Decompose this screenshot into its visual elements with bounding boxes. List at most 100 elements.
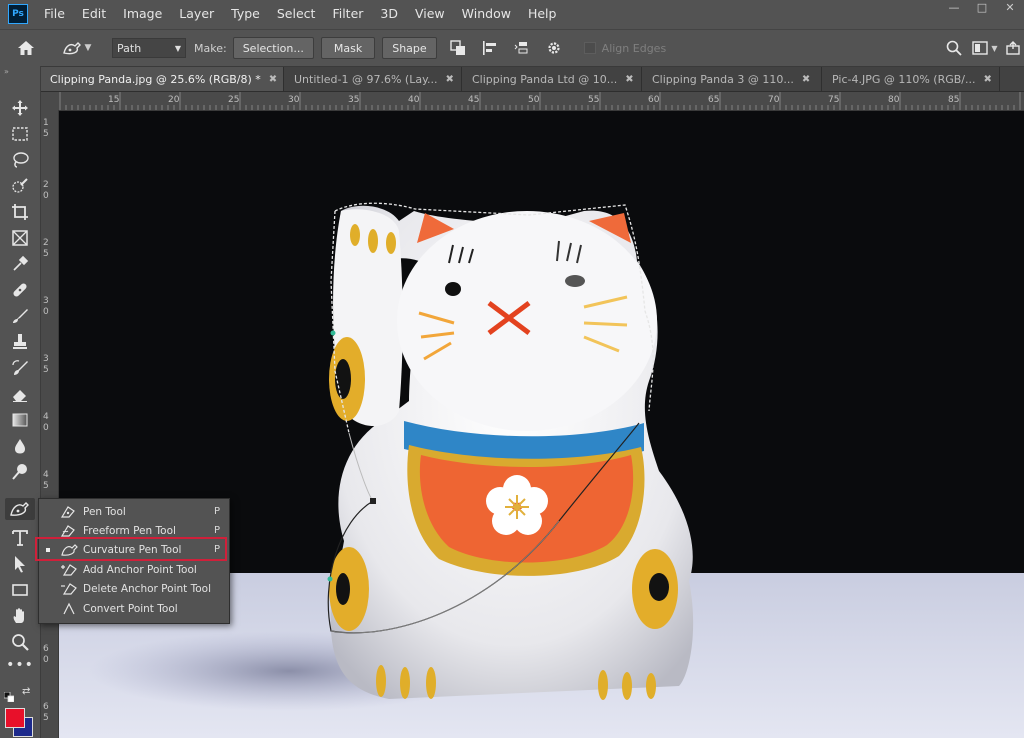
tool-preset-picker[interactable]: ▼ (58, 36, 94, 60)
ruler-corner (40, 92, 58, 110)
document-canvas[interactable] (59, 111, 1024, 738)
water-drop-icon (15, 439, 25, 454)
ruler-label: 25 (228, 95, 240, 105)
clone-stamp-tool[interactable] (8, 330, 32, 354)
menu-layer[interactable]: Layer (179, 6, 214, 21)
menu-file[interactable]: File (44, 6, 65, 21)
tab-clipping-panda-jpg[interactable]: Clipping Panda.jpg @ 25.6% (RGB/8) * ✖ (40, 67, 284, 91)
ruler-label: 45 (468, 95, 480, 105)
tab-clipping-panda-3[interactable]: Clipping Panda 3 @ 110... ✖ (642, 67, 822, 91)
frame-icon (12, 230, 28, 246)
horizontal-ruler[interactable]: 15 20 25 30 35 40 45 50 55 60 65 70 75 8… (58, 92, 1024, 111)
ruler-label: 15 (108, 95, 120, 105)
path-operations-icon[interactable] (444, 36, 472, 60)
path-selection-tool[interactable] (8, 552, 32, 576)
pen-tools-flyout: Pen Tool P Freeform Pen Tool P Curvature… (38, 498, 230, 624)
flyout-convert-point-tool[interactable]: Convert Point Tool (39, 599, 229, 618)
tab-clipping-panda-ltd[interactable]: Clipping Panda Ltd @ 10... ✖ (462, 67, 642, 91)
vertical-ruler[interactable]: 1 5 2 0 2 5 3 0 3 5 4 0 4 5 5 0 5 5 6 0 … (40, 110, 59, 738)
blur-tool[interactable] (8, 434, 32, 458)
close-icon[interactable]: ✖ (802, 74, 810, 85)
brush-icon (13, 309, 28, 323)
default-colors-icon[interactable] (3, 687, 15, 703)
home-icon[interactable] (12, 36, 40, 60)
align-edges-checkbox[interactable] (583, 42, 596, 54)
swap-colors-icon[interactable]: ⇄ (22, 686, 30, 697)
anchor-point[interactable] (370, 498, 376, 504)
flyout-item-label: Curvature Pen Tool (83, 543, 182, 556)
foreground-color-swatch[interactable] (5, 708, 25, 728)
share-icon[interactable] (1004, 36, 1022, 60)
ruler-label: 1 (43, 118, 49, 128)
zoom-tool[interactable] (8, 630, 32, 654)
anchor-point[interactable] (327, 576, 333, 582)
move-tool[interactable] (8, 96, 32, 120)
workspace-switcher[interactable]: ▼ (968, 36, 1002, 60)
gear-icon[interactable] (540, 36, 568, 60)
ruler-label: 5 (43, 249, 49, 259)
collapse-icon[interactable]: » (4, 67, 9, 76)
lasso-tool[interactable] (8, 148, 32, 172)
pen-icon (59, 504, 79, 520)
eyedropper-tool[interactable] (8, 252, 32, 276)
path-mode-select[interactable]: Path ▼ (112, 38, 186, 58)
hand-tool[interactable] (8, 604, 32, 628)
add-anchor-icon (59, 562, 79, 578)
menu-window[interactable]: Window (462, 6, 511, 21)
search-icon[interactable] (940, 36, 968, 60)
frame-tool[interactable] (8, 226, 32, 250)
lucky-cat-photo (59, 111, 1024, 738)
flyout-freeform-pen-tool[interactable]: Freeform Pen Tool P (39, 521, 229, 540)
menu-3d[interactable]: 3D (380, 6, 398, 21)
flyout-add-anchor-point-tool[interactable]: Add Anchor Point Tool (39, 560, 229, 579)
tab-untitled-1[interactable]: Untitled-1 @ 97.6% (Lay... ✖ (284, 67, 462, 91)
more-tools[interactable]: ••• (6, 657, 33, 673)
zoom-icon (12, 634, 29, 651)
close-icon[interactable]: ✖ (984, 74, 992, 85)
history-brush-tool[interactable] (8, 356, 32, 380)
eyedropper-icon (13, 255, 29, 271)
ruler-label: 5 (43, 129, 49, 139)
eraser-tool[interactable] (8, 382, 32, 406)
flyout-curvature-pen-tool[interactable]: Curvature Pen Tool P (39, 540, 229, 559)
menu-view[interactable]: View (415, 6, 445, 21)
menu-image[interactable]: Image (123, 6, 162, 21)
anchor-point[interactable] (330, 330, 336, 336)
chevron-down-icon: ▼ (991, 43, 998, 53)
close-icon[interactable]: ✖ (625, 74, 633, 85)
rectangular-marquee-tool[interactable] (8, 122, 32, 146)
gradient-tool[interactable] (8, 408, 32, 432)
tab-pic-4[interactable]: Pic-4.JPG @ 110% (RGB/... ✖ (822, 67, 1000, 91)
pen-tool-group-active[interactable] (5, 498, 35, 520)
menu-bar: Ps File Edit Image Layer Type Select Fil… (0, 0, 1024, 27)
close-icon[interactable]: ✖ (446, 74, 454, 85)
brush-tool[interactable] (8, 304, 32, 328)
crop-tool[interactable] (8, 200, 32, 224)
menu-edit[interactable]: Edit (82, 6, 106, 21)
close-window-button[interactable]: ✕ (992, 0, 1024, 14)
ruler-label: 0 (43, 423, 49, 433)
menu-select[interactable]: Select (277, 6, 316, 21)
make-mask-button[interactable]: Mask (320, 37, 376, 59)
type-tool[interactable] (8, 526, 32, 550)
menu-type[interactable]: Type (231, 6, 260, 21)
path-alignment-icon[interactable] (476, 36, 504, 60)
menu-filter[interactable]: Filter (332, 6, 363, 21)
menu-help[interactable]: Help (528, 6, 557, 21)
make-selection-button[interactable]: Selection... (232, 37, 314, 59)
lasso-icon (13, 152, 29, 168)
flyout-pen-tool[interactable]: Pen Tool P (39, 502, 229, 521)
flyout-item-label: Convert Point Tool (83, 602, 178, 615)
path-arrangement-icon[interactable] (508, 36, 536, 60)
make-shape-button[interactable]: Shape (382, 37, 437, 59)
dodge-tool[interactable] (8, 460, 32, 484)
healing-brush-tool[interactable] (8, 278, 32, 302)
flyout-delete-anchor-point-tool[interactable]: Delete Anchor Point Tool (39, 579, 229, 598)
close-icon[interactable]: ✖ (269, 74, 277, 85)
ruler-label: 60 (648, 95, 660, 105)
quick-selection-tool[interactable] (8, 174, 32, 198)
ruler-label: 0 (43, 307, 49, 317)
convert-point-icon (59, 601, 79, 617)
rectangle-tool[interactable] (8, 578, 32, 602)
photoshop-logo: Ps (8, 3, 28, 24)
